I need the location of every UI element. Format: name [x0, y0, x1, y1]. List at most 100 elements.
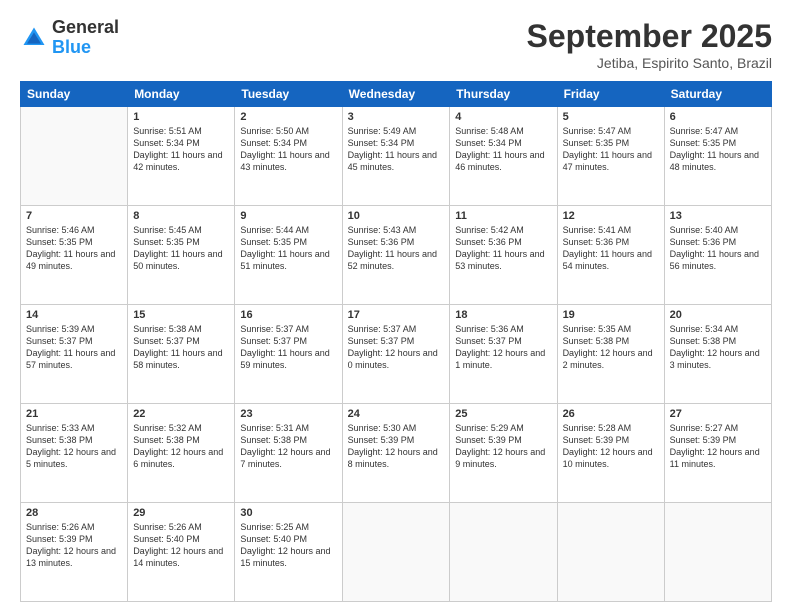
day-info: Sunrise: 5:48 AM Sunset: 5:34 PM Dayligh… — [455, 125, 551, 174]
day-info: Sunrise: 5:37 AM Sunset: 5:37 PM Dayligh… — [348, 323, 445, 372]
day-number: 11 — [455, 210, 551, 222]
calendar-cell: 15 Sunrise: 5:38 AM Sunset: 5:37 PM Dayli… — [128, 305, 235, 404]
calendar-cell: 25Sunrise: 5:29 AM Sunset: 5:39 PM Dayli… — [450, 404, 557, 503]
day-number: 19 — [563, 309, 659, 321]
day-info: Sunrise: 5:39 AM Sunset: 5:37 PM Dayligh… — [26, 323, 122, 372]
day-info: Sunrise: 5:47 AM Sunset: 5:35 PM Dayligh… — [563, 125, 659, 174]
day-number: 30 — [240, 507, 336, 519]
day-info: Sunrise: 5:47 AM Sunset: 5:35 PM Dayligh… — [670, 125, 766, 174]
logo-general: General — [52, 17, 119, 37]
day-of-week-header: Monday — [128, 82, 235, 107]
day-number: 12 — [563, 210, 659, 222]
header: General Blue September 2025 Jetiba, Espi… — [20, 18, 772, 71]
day-number: 1 — [133, 111, 229, 123]
calendar-cell: 6Sunrise: 5:47 AM Sunset: 5:35 PM Daylig… — [664, 107, 771, 206]
calendar-cell: 1 Sunrise: 5:51 AM Sunset: 5:34 PM Daylig… — [128, 107, 235, 206]
day-info: Sunrise: 5:34 AM Sunset: 5:38 PM Dayligh… — [670, 323, 766, 372]
day-number: 23 — [240, 408, 336, 420]
logo-text: General Blue — [52, 18, 119, 58]
calendar-cell: 27Sunrise: 5:27 AM Sunset: 5:39 PM Dayli… — [664, 404, 771, 503]
day-info: Sunrise: 5:41 AM Sunset: 5:36 PM Dayligh… — [563, 224, 659, 273]
page: General Blue September 2025 Jetiba, Espi… — [0, 0, 792, 612]
day-info: Sunrise: 5:33 AM Sunset: 5:38 PM Dayligh… — [26, 422, 122, 471]
day-info: Sunrise: 5:44 AM Sunset: 5:35 PM Dayligh… — [240, 224, 336, 273]
calendar-week: 1 Sunrise: 5:51 AM Sunset: 5:34 PM Daylig… — [21, 107, 772, 206]
day-number: 16 — [240, 309, 336, 321]
calendar-cell: 5 Sunrise: 5:47 AM Sunset: 5:35 PM Daylig… — [557, 107, 664, 206]
calendar-cell — [21, 107, 128, 206]
day-info: Sunrise: 5:51 AM Sunset: 5:34 PM Dayligh… — [133, 125, 229, 174]
calendar-cell: 10 Sunrise: 5:43 AM Sunset: 5:36 PM Dayli… — [342, 206, 450, 305]
calendar-cell — [450, 503, 557, 602]
day-info: Sunrise: 5:38 AM Sunset: 5:37 PM Dayligh… — [133, 323, 229, 372]
day-info: Sunrise: 5:29 AM Sunset: 5:39 PM Dayligh… — [455, 422, 551, 471]
day-number: 13 — [670, 210, 766, 222]
calendar-cell: 13 Sunrise: 5:40 AM Sunset: 5:36 PM Dayli… — [664, 206, 771, 305]
day-number: 7 — [26, 210, 122, 222]
day-of-week-header: Wednesday — [342, 82, 450, 107]
day-info: Sunrise: 5:28 AM Sunset: 5:39 PM Dayligh… — [563, 422, 659, 471]
day-number: 14 — [26, 309, 122, 321]
logo: General Blue — [20, 18, 119, 58]
calendar-week: 14 Sunrise: 5:39 AM Sunset: 5:37 PM Dayli… — [21, 305, 772, 404]
day-info: Sunrise: 5:30 AM Sunset: 5:39 PM Dayligh… — [348, 422, 445, 471]
calendar-cell — [557, 503, 664, 602]
day-number: 17 — [348, 309, 445, 321]
day-number: 20 — [670, 309, 766, 321]
calendar-cell: 24 Sunrise: 5:30 AM Sunset: 5:39 PM Dayli… — [342, 404, 450, 503]
day-number: 18 — [455, 309, 551, 321]
calendar-cell: 12 Sunrise: 5:41 AM Sunset: 5:36 PM Dayli… — [557, 206, 664, 305]
day-number: 26 — [563, 408, 659, 420]
logo-blue: Blue — [52, 37, 91, 57]
day-number: 4 — [455, 111, 551, 123]
day-info: Sunrise: 5:50 AM Sunset: 5:34 PM Dayligh… — [240, 125, 336, 174]
day-number: 24 — [348, 408, 445, 420]
calendar-cell: 17 Sunrise: 5:37 AM Sunset: 5:37 PM Dayli… — [342, 305, 450, 404]
day-of-week-header: Friday — [557, 82, 664, 107]
day-of-week-header: Saturday — [664, 82, 771, 107]
header-row: SundayMondayTuesdayWednesdayThursdayFrid… — [21, 82, 772, 107]
location: Jetiba, Espirito Santo, Brazil — [527, 55, 772, 71]
calendar-cell: 28Sunrise: 5:26 AM Sunset: 5:39 PM Dayli… — [21, 503, 128, 602]
day-number: 5 — [563, 111, 659, 123]
day-number: 28 — [26, 507, 122, 519]
calendar-week: 21Sunrise: 5:33 AM Sunset: 5:38 PM Dayli… — [21, 404, 772, 503]
calendar-cell: 11 Sunrise: 5:42 AM Sunset: 5:36 PM Dayli… — [450, 206, 557, 305]
calendar-cell: 8 Sunrise: 5:45 AM Sunset: 5:35 PM Daylig… — [128, 206, 235, 305]
day-info: Sunrise: 5:40 AM Sunset: 5:36 PM Dayligh… — [670, 224, 766, 273]
calendar-cell: 9 Sunrise: 5:44 AM Sunset: 5:35 PM Daylig… — [235, 206, 342, 305]
calendar-cell: 23 Sunrise: 5:31 AM Sunset: 5:38 PM Dayli… — [235, 404, 342, 503]
calendar-cell: 3Sunrise: 5:49 AM Sunset: 5:34 PM Daylig… — [342, 107, 450, 206]
calendar-cell: 22Sunrise: 5:32 AM Sunset: 5:38 PM Dayli… — [128, 404, 235, 503]
day-info: Sunrise: 5:49 AM Sunset: 5:34 PM Dayligh… — [348, 125, 445, 174]
day-number: 9 — [240, 210, 336, 222]
calendar-cell: 21Sunrise: 5:33 AM Sunset: 5:38 PM Dayli… — [21, 404, 128, 503]
day-number: 29 — [133, 507, 229, 519]
day-number: 8 — [133, 210, 229, 222]
logo-icon — [20, 24, 48, 52]
day-number: 27 — [670, 408, 766, 420]
day-number: 15 — [133, 309, 229, 321]
calendar-body: 1 Sunrise: 5:51 AM Sunset: 5:34 PM Daylig… — [21, 107, 772, 602]
day-info: Sunrise: 5:42 AM Sunset: 5:36 PM Dayligh… — [455, 224, 551, 273]
day-info: Sunrise: 5:45 AM Sunset: 5:35 PM Dayligh… — [133, 224, 229, 273]
month-title: September 2025 — [527, 18, 772, 55]
day-of-week-header: Tuesday — [235, 82, 342, 107]
calendar: SundayMondayTuesdayWednesdayThursdayFrid… — [20, 81, 772, 602]
calendar-cell — [664, 503, 771, 602]
calendar-cell: 26 Sunrise: 5:28 AM Sunset: 5:39 PM Dayli… — [557, 404, 664, 503]
calendar-cell: 30Sunrise: 5:25 AM Sunset: 5:40 PM Dayli… — [235, 503, 342, 602]
day-number: 10 — [348, 210, 445, 222]
calendar-header: SundayMondayTuesdayWednesdayThursdayFrid… — [21, 82, 772, 107]
day-info: Sunrise: 5:36 AM Sunset: 5:37 PM Dayligh… — [455, 323, 551, 372]
calendar-cell: 4 Sunrise: 5:48 AM Sunset: 5:34 PM Daylig… — [450, 107, 557, 206]
day-number: 2 — [240, 111, 336, 123]
calendar-cell: 16Sunrise: 5:37 AM Sunset: 5:37 PM Dayli… — [235, 305, 342, 404]
calendar-cell: 19Sunrise: 5:35 AM Sunset: 5:38 PM Dayli… — [557, 305, 664, 404]
day-info: Sunrise: 5:43 AM Sunset: 5:36 PM Dayligh… — [348, 224, 445, 273]
calendar-cell: 20 Sunrise: 5:34 AM Sunset: 5:38 PM Dayli… — [664, 305, 771, 404]
day-info: Sunrise: 5:31 AM Sunset: 5:38 PM Dayligh… — [240, 422, 336, 471]
calendar-cell: 14 Sunrise: 5:39 AM Sunset: 5:37 PM Dayli… — [21, 305, 128, 404]
day-info: Sunrise: 5:32 AM Sunset: 5:38 PM Dayligh… — [133, 422, 229, 471]
calendar-cell: 18 Sunrise: 5:36 AM Sunset: 5:37 PM Dayli… — [450, 305, 557, 404]
